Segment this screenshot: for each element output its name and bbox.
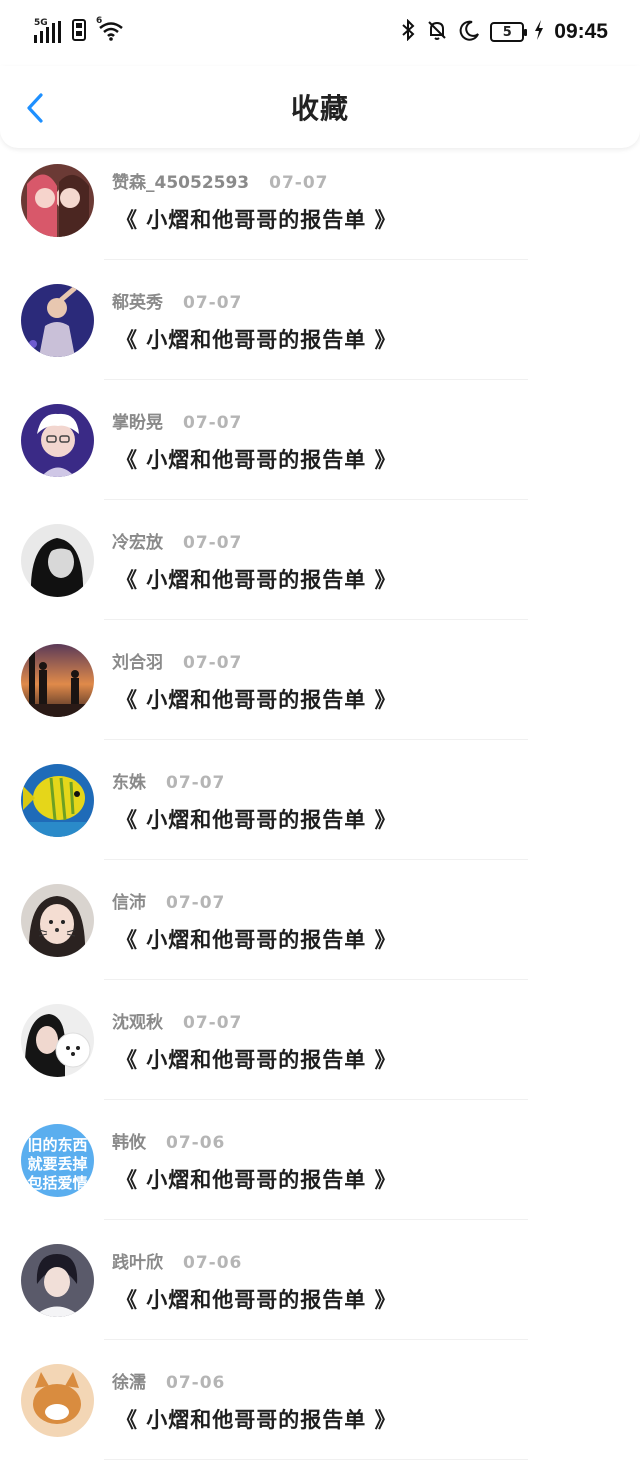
page-title: 收藏: [290, 92, 349, 125]
date: 07-07: [166, 773, 226, 793]
list-item[interactable]: 徐濡 07-06 《 小熠和他哥哥的报告单 》: [0, 1350, 640, 1470]
list-item[interactable]: 沈观秋 07-07 《 小熠和他哥哥的报告单 》: [0, 990, 640, 1110]
favorites-list: 赞森_45052593 07-07 《 小熠和他哥哥的报告单 》 郗英秀 07-…: [0, 150, 640, 1470]
divider: [104, 499, 528, 500]
avatar[interactable]: [21, 284, 94, 357]
avatar[interactable]: [21, 1364, 94, 1437]
item-meta: 韩攸 07-06: [112, 1128, 225, 1153]
item-meta: 践叶欣 07-06: [112, 1248, 242, 1273]
avatar[interactable]: [21, 164, 94, 237]
status-right: 5 09:45: [400, 18, 608, 45]
item-title: 《 小熠和他哥哥的报告单 》: [116, 568, 397, 592]
item-title: 《 小熠和他哥哥的报告单 》: [116, 1168, 397, 1192]
item-title: 《 小熠和他哥哥的报告单 》: [116, 1288, 397, 1312]
divider: [104, 739, 528, 740]
item-title: 《 小熠和他哥哥的报告单 》: [116, 808, 397, 832]
list-item[interactable]: 信沛 07-07 《 小熠和他哥哥的报告单 》: [0, 870, 640, 990]
username: 践叶欣: [112, 1253, 163, 1273]
divider: [104, 1219, 528, 1220]
avatar[interactable]: 旧的东西就要丢掉包括爱情: [21, 1124, 94, 1197]
username: 东姝: [112, 773, 146, 793]
battery-level: 5: [502, 24, 512, 40]
item-meta: 赞森_45052593 07-07: [112, 168, 329, 193]
back-button[interactable]: [22, 90, 52, 126]
list-item[interactable]: 东姝 07-07 《 小熠和他哥哥的报告单 》: [0, 750, 640, 870]
username: 信沛: [112, 893, 146, 913]
item-title: 《 小熠和他哥哥的报告单 》: [116, 1048, 397, 1072]
divider: [104, 1459, 528, 1460]
item-title: 《 小熠和他哥哥的报告单 》: [116, 1408, 397, 1432]
battery-icon: 5: [490, 22, 528, 42]
mute-bell-icon: [426, 19, 448, 45]
list-item[interactable]: 刘合羽 07-07 《 小熠和他哥哥的报告单 》: [0, 630, 640, 750]
avatar[interactable]: [21, 404, 94, 477]
clock: 09:45: [554, 20, 608, 43]
item-title: 《 小熠和他哥哥的报告单 》: [116, 328, 397, 352]
item-title: 《 小熠和他哥哥的报告单 》: [116, 448, 397, 472]
wifi-label: 6: [96, 16, 103, 26]
item-meta: 沈观秋 07-07: [112, 1008, 242, 1033]
date: 07-07: [183, 293, 243, 313]
list-item[interactable]: 践叶欣 07-06 《 小熠和他哥哥的报告单 》: [0, 1230, 640, 1350]
signal-icon: 5G: [34, 18, 62, 43]
divider: [104, 1099, 528, 1100]
divider: [104, 1339, 528, 1340]
date: 07-07: [183, 533, 243, 553]
wifi-icon: 6: [96, 16, 124, 45]
list-item[interactable]: 冷宏放 07-07 《 小熠和他哥哥的报告单 》: [0, 510, 640, 630]
avatar[interactable]: [21, 1244, 94, 1317]
username: 徐濡: [112, 1373, 146, 1393]
bluetooth-icon: [400, 18, 416, 45]
divider: [104, 979, 528, 980]
list-item[interactable]: 旧的东西就要丢掉包括爱情 韩攸 07-06 《 小熠和他哥哥的报告单 》: [0, 1110, 640, 1230]
list-item[interactable]: 郗英秀 07-07 《 小熠和他哥哥的报告单 》: [0, 270, 640, 390]
avatar[interactable]: [21, 524, 94, 597]
nav-bar: 收藏: [0, 66, 640, 148]
chevron-left-icon: [27, 93, 43, 123]
avatar[interactable]: [21, 884, 94, 957]
divider: [104, 859, 528, 860]
date: 07-06: [166, 1373, 226, 1393]
date: 07-07: [183, 1013, 243, 1033]
username: 刘合羽: [112, 653, 163, 673]
divider: [104, 379, 528, 380]
item-meta: 信沛 07-07: [112, 888, 225, 913]
item-meta: 冷宏放 07-07: [112, 528, 242, 553]
status-bar: 5G 6 5 09:45: [0, 0, 640, 64]
divider: [104, 619, 528, 620]
item-title: 《 小熠和他哥哥的报告单 》: [116, 688, 397, 712]
item-title: 《 小熠和他哥哥的报告单 》: [116, 208, 397, 232]
username: 赞森_45052593: [112, 173, 250, 193]
date: 07-07: [166, 893, 226, 913]
list-item[interactable]: 赞森_45052593 07-07 《 小熠和他哥哥的报告单 》: [0, 150, 640, 270]
username: 冷宏放: [112, 533, 163, 553]
item-meta: 东姝 07-07: [112, 768, 225, 793]
list-item[interactable]: 掌盼晃 07-07 《 小熠和他哥哥的报告单 》: [0, 390, 640, 510]
item-meta: 徐濡 07-06: [112, 1368, 225, 1393]
username: 沈观秋: [112, 1013, 163, 1033]
date: 07-06: [183, 1253, 243, 1273]
network-label: 5G: [34, 18, 48, 28]
item-meta: 掌盼晃 07-07: [112, 408, 242, 433]
avatar[interactable]: [21, 764, 94, 837]
status-left: 5G 6: [34, 16, 124, 45]
divider: [104, 259, 528, 260]
avatar[interactable]: [21, 1004, 94, 1077]
item-meta: 刘合羽 07-07: [112, 648, 242, 673]
item-title: 《 小熠和他哥哥的报告单 》: [116, 928, 397, 952]
avatar[interactable]: [21, 644, 94, 717]
sim-icon: [72, 19, 88, 45]
date: 07-07: [269, 173, 329, 193]
item-meta: 郗英秀 07-07: [112, 288, 242, 313]
date: 07-07: [183, 413, 243, 433]
username: 掌盼晃: [112, 413, 163, 433]
username: 郗英秀: [112, 293, 163, 313]
charging-icon: [534, 20, 544, 44]
date: 07-07: [183, 653, 243, 673]
date: 07-06: [166, 1133, 226, 1153]
username: 韩攸: [112, 1133, 146, 1153]
moon-icon: [458, 19, 480, 45]
avatar-text: 旧的东西就要丢掉包括爱情: [27, 1136, 88, 1192]
